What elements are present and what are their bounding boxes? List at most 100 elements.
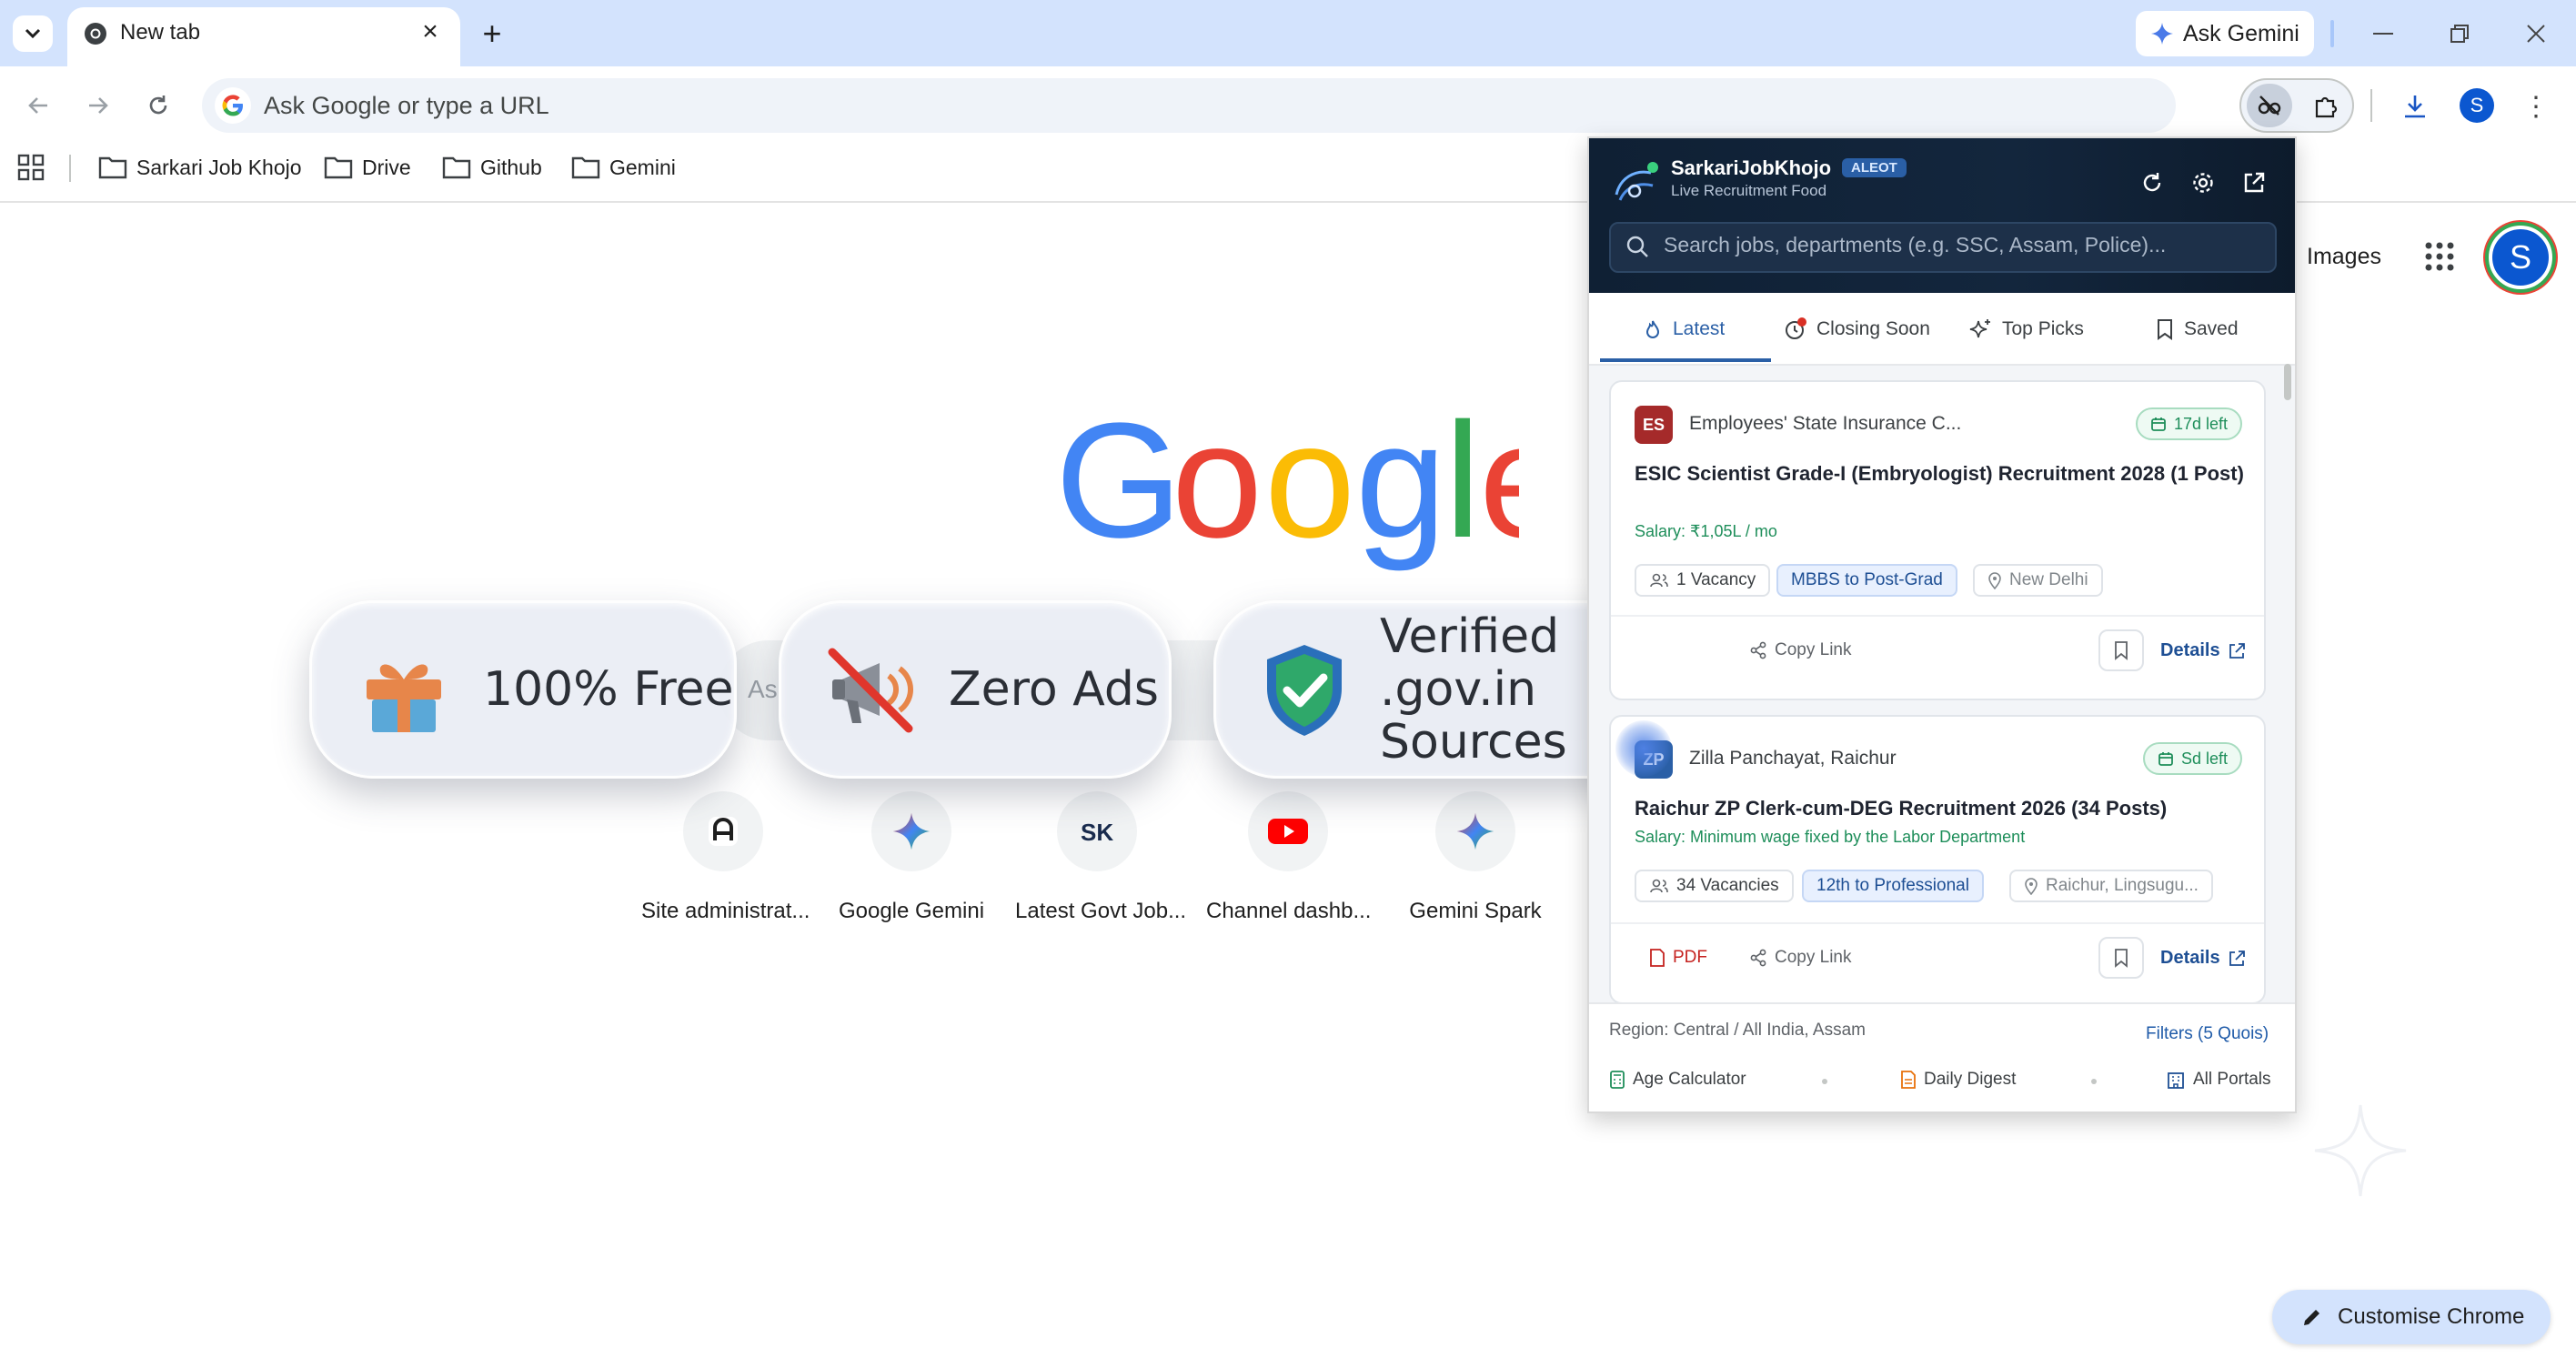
- shortcut-google-gemini[interactable]: Google Gemini: [830, 791, 993, 946]
- back-arrow-icon: [28, 97, 47, 114]
- open-external-icon[interactable]: [2239, 167, 2269, 198]
- age-calculator-button[interactable]: Age Calculator: [1609, 1070, 1746, 1090]
- refresh-icon[interactable]: [2137, 167, 2168, 198]
- save-job-button[interactable]: [2098, 937, 2144, 979]
- bookmark-folder-gemini[interactable]: Gemini: [571, 151, 676, 184]
- calendar-icon: [2158, 752, 2173, 766]
- popup-search-placeholder: Search jobs, departments (e.g. SSC, Assa…: [1664, 233, 2167, 256]
- svg-text:l: l: [1444, 409, 1481, 572]
- google-apps-icon[interactable]: [2423, 240, 2456, 273]
- downloads-button[interactable]: [2394, 86, 2436, 127]
- building-icon: [2168, 1072, 2184, 1089]
- profile-avatar-button[interactable]: S: [2460, 88, 2494, 123]
- filters-link[interactable]: Filters (5 Quois): [2146, 1024, 2269, 1044]
- org-name: Zilla Panchayat, Raichur: [1689, 748, 1897, 769]
- forward-button[interactable]: [78, 86, 118, 126]
- location-chip: New Delhi: [1973, 564, 2103, 597]
- days-left-badge: Sd left: [2142, 742, 2242, 775]
- extension-sarkari-job-khojo-button[interactable]: [2247, 84, 2292, 127]
- users-icon: [1650, 573, 1668, 588]
- copy-link-label: Copy Link: [1775, 948, 1852, 967]
- apps-grid-icon[interactable]: [16, 153, 45, 182]
- details-link[interactable]: Details: [2160, 640, 2246, 661]
- gemini-icon: [1435, 791, 1515, 871]
- back-button[interactable]: [18, 86, 58, 126]
- tab-top-picks[interactable]: Top Picks: [1969, 293, 2084, 366]
- search-icon: [1624, 233, 1651, 260]
- bookmark-folder-github[interactable]: Github: [442, 151, 542, 184]
- bookmark-label: Drive: [362, 155, 411, 179]
- footer-separator-dot: [2091, 1079, 2097, 1084]
- vacancy-chip: 34 Vacancies: [1635, 870, 1794, 902]
- copy-link-button[interactable]: Copy Link: [1749, 948, 1852, 968]
- verified-shield-icon: [1254, 639, 1354, 739]
- reload-button[interactable]: [138, 86, 178, 126]
- job-title[interactable]: Raichur ZP Clerk-cum-DEG Recruitment 202…: [1635, 795, 2244, 822]
- svg-text:SK: SK: [1081, 819, 1113, 846]
- tab-closing-soon[interactable]: Closing Soon: [1784, 293, 1930, 366]
- bookmark-label: Github: [480, 155, 542, 179]
- folder-icon: [442, 156, 471, 179]
- restore-icon[interactable]: [2441, 16, 2478, 51]
- customise-chrome-button[interactable]: Customise Chrome: [2272, 1290, 2551, 1344]
- card-divider: [1611, 922, 2264, 924]
- save-job-button[interactable]: [2098, 629, 2144, 671]
- details-link[interactable]: Details: [2160, 948, 2246, 969]
- tab-saved[interactable]: Saved: [2155, 293, 2239, 366]
- ask-gemini-button[interactable]: Ask Gemini: [2136, 11, 2314, 56]
- images-link[interactable]: Images: [2307, 244, 2381, 270]
- tab-latest[interactable]: Latest: [1642, 293, 1725, 366]
- close-window-icon[interactable]: [2518, 16, 2554, 51]
- shortcut-site-administration[interactable]: Site administrat...: [641, 791, 810, 946]
- pdf-link[interactable]: PDF: [1649, 948, 1707, 968]
- shortcut-gemini-spark[interactable]: Gemini Spark: [1394, 791, 1557, 946]
- card-divider: [1611, 615, 2264, 617]
- qualification-chip: 12th to Professional: [1802, 870, 1984, 902]
- all-portals-button[interactable]: All Portals: [2166, 1070, 2271, 1090]
- bookmark-label: Sarkari Job Khojo: [136, 155, 302, 179]
- puzzle-icon: [2315, 96, 2338, 118]
- tab-search-button[interactable]: [13, 15, 53, 52]
- job-title[interactable]: ESIC Scientist Grade-I (Embryologist) Re…: [1635, 460, 2244, 488]
- no-ads-megaphone-icon: [821, 639, 921, 739]
- svg-text:e: e: [1479, 409, 1519, 572]
- external-link-icon: [2229, 950, 2245, 966]
- youtube-icon: [1248, 791, 1328, 871]
- calendar-icon: [2151, 417, 2166, 431]
- external-link-icon: [2229, 642, 2245, 659]
- badge-zero-ads-text: Zero Ads: [949, 661, 1159, 717]
- tab-close-icon[interactable]: ×: [415, 16, 446, 47]
- pdf-label: PDF: [1673, 948, 1707, 967]
- bookmark-icon: [2115, 949, 2128, 968]
- svg-text:g: g: [1355, 409, 1446, 572]
- cursor-glow-indicator: [1615, 720, 1672, 777]
- share-icon: [1750, 949, 1766, 967]
- details-label: Details: [2160, 948, 2220, 968]
- minimize-icon[interactable]: [2365, 16, 2401, 51]
- new-tab-button[interactable]: +: [473, 15, 511, 53]
- tab-label: Top Picks: [2002, 318, 2084, 339]
- feed-scrollbar[interactable]: [2284, 364, 2291, 400]
- days-left-text: 17d left: [2173, 414, 2228, 433]
- site-admin-icon: [683, 791, 763, 871]
- ntp-account-avatar[interactable]: S: [2489, 226, 2552, 289]
- bookmark-folder-drive[interactable]: Drive: [324, 151, 411, 184]
- job-card[interactable]: ES Employees' State Insurance C... 17d l…: [1609, 380, 2266, 700]
- shortcut-label: Google Gemini: [838, 899, 985, 923]
- daily-digest-button[interactable]: Daily Digest: [1900, 1070, 2016, 1090]
- copy-link-button[interactable]: Copy Link: [1749, 640, 1852, 660]
- settings-gear-icon[interactable]: [2188, 167, 2219, 198]
- file-pdf-icon: [1650, 949, 1665, 967]
- location-text: New Delhi: [2009, 570, 2088, 589]
- job-card[interactable]: ZP Zilla Panchayat, Raichur Sd left Raic…: [1609, 715, 2266, 1004]
- google-logo: G o o g l e: [1055, 389, 1570, 582]
- chrome-menu-icon[interactable]: ⋮: [2518, 86, 2554, 127]
- popup-footer: [1589, 1002, 2295, 1112]
- map-pin-icon: [1988, 572, 2001, 589]
- extensions-puzzle-button[interactable]: [2305, 86, 2347, 127]
- bookmark-folder-sarkari-job-khojo[interactable]: Sarkari Job Khojo: [98, 151, 302, 184]
- shortcut-latest-govt-jobs[interactable]: SK Latest Govt Job...: [1015, 791, 1186, 946]
- omnibox-placeholder: Ask Google or type a URL: [264, 92, 549, 119]
- calculator-icon: [1610, 1071, 1625, 1089]
- shortcut-channel-dashboard[interactable]: Channel dashb...: [1206, 791, 1371, 946]
